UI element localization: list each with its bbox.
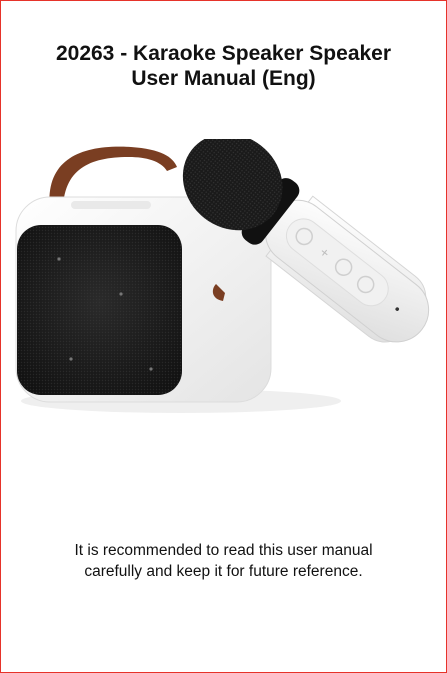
title-line-2: User Manual (Eng) [131, 67, 316, 90]
manual-cover-page: 20263 - Karaoke Speaker Speaker User Man… [0, 0, 447, 673]
title-line-1: 20263 - Karaoke Speaker Speaker [55, 42, 392, 65]
reading-recommendation: It is recommended to read this user manu… [1, 540, 446, 582]
speaker-top-buttons [71, 201, 151, 209]
product-photo: + [15, 139, 430, 413]
note-line-1: It is recommended to read this user manu… [74, 542, 373, 559]
page-title: 20263 - Karaoke Speaker Speaker User Man… [1, 41, 446, 91]
note-line-2: carefully and keep it for future referen… [84, 563, 363, 580]
